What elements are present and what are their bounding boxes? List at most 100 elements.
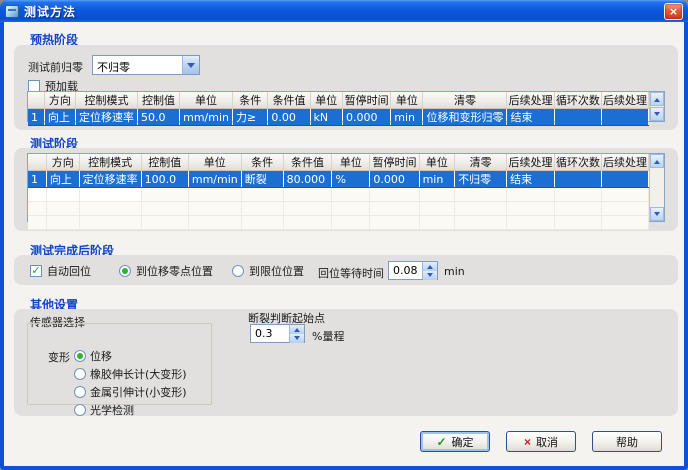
zero-before-select[interactable]: 不归零 bbox=[92, 55, 200, 75]
column-header[interactable]: 清零 bbox=[423, 92, 507, 109]
return-limit-radio[interactable]: 到限位位置 bbox=[232, 263, 304, 279]
help-button[interactable]: 帮助 bbox=[592, 431, 662, 452]
grid-cell[interactable]: 断裂 bbox=[241, 171, 283, 188]
grid-cell[interactable]: 50.0 bbox=[138, 109, 180, 126]
test-grid[interactable]: 方向控制模式控制值单位条件条件值单位暂停时间单位清零后续处理循环次数后续处理1向… bbox=[28, 154, 649, 230]
column-header[interactable]: 后续处理 bbox=[507, 92, 554, 109]
grid-cell[interactable]: 结束 bbox=[507, 109, 554, 126]
close-icon[interactable]: × bbox=[664, 3, 683, 20]
preheat-table[interactable]: 方向控制模式控制值单位条件条件值单位暂停时间单位清零后续处理循环次数后续处理1向… bbox=[27, 91, 665, 122]
column-header[interactable]: 暂停时间 bbox=[342, 92, 390, 109]
radio-selected-icon[interactable] bbox=[119, 265, 131, 277]
scroll-up-icon[interactable] bbox=[650, 154, 664, 168]
grid-cell[interactable]: 0.000 bbox=[342, 109, 390, 126]
grid-cell[interactable]: min bbox=[419, 171, 454, 188]
grid-cell[interactable]: 力≥ bbox=[233, 109, 268, 126]
column-header[interactable]: 后续处理 bbox=[507, 154, 555, 171]
radio-selected-icon[interactable] bbox=[74, 350, 86, 362]
grid-cell[interactable]: 向上 bbox=[44, 109, 75, 126]
radio-icon[interactable] bbox=[74, 368, 86, 380]
scroll-down-icon[interactable] bbox=[650, 207, 664, 221]
column-header[interactable]: 单位 bbox=[332, 154, 370, 171]
checkbox-checked-icon[interactable]: ✓ bbox=[30, 265, 42, 277]
grid-cell[interactable] bbox=[602, 171, 649, 188]
grid-row[interactable]: 1向上定位移速率100.0mm/min断裂80.000%0.000min不归零结… bbox=[28, 171, 649, 188]
grid-cell[interactable] bbox=[602, 109, 649, 126]
grid-cell[interactable]: mm/min bbox=[188, 171, 241, 188]
grid-cell[interactable]: 0.00 bbox=[268, 109, 310, 126]
column-header[interactable]: 单位 bbox=[391, 92, 423, 109]
deform-radio-option[interactable]: 橡胶伸长计(大变形) bbox=[74, 366, 187, 382]
return-zero-radio[interactable]: 到位移零点位置 bbox=[119, 263, 213, 279]
spin-up-icon[interactable] bbox=[423, 262, 437, 271]
grid-cell[interactable]: kN bbox=[310, 109, 342, 126]
column-header[interactable]: 方向 bbox=[44, 92, 75, 109]
deform-radio-option[interactable]: 金属引伸计(小变形) bbox=[74, 384, 187, 400]
column-header[interactable]: 暂停时间 bbox=[370, 154, 419, 171]
grid-cell[interactable]: 80.000 bbox=[283, 171, 332, 188]
radio-icon[interactable] bbox=[74, 386, 86, 398]
auto-return-checkbox[interactable]: ✓ 自动回位 bbox=[30, 263, 91, 279]
grid-cell[interactable]: 定位移速率 bbox=[79, 171, 141, 188]
column-header[interactable]: 条件值 bbox=[283, 154, 332, 171]
column-header[interactable]: 单位 bbox=[419, 154, 454, 171]
grid-cell[interactable]: mm/min bbox=[180, 109, 233, 126]
grid-cell[interactable]: 1 bbox=[28, 109, 44, 126]
break-start-stepper[interactable]: 0.3 bbox=[250, 324, 305, 343]
spin-up-icon[interactable] bbox=[290, 325, 304, 334]
column-header[interactable]: 控制模式 bbox=[79, 154, 141, 171]
column-header[interactable]: 清零 bbox=[455, 154, 507, 171]
column-header[interactable]: 条件 bbox=[241, 154, 283, 171]
preheat-grid[interactable]: 方向控制模式控制值单位条件条件值单位暂停时间单位清零后续处理循环次数后续处理1向… bbox=[28, 92, 649, 126]
column-header[interactable]: 单位 bbox=[310, 92, 342, 109]
grid-cell[interactable] bbox=[554, 109, 601, 126]
column-header[interactable]: 单位 bbox=[180, 92, 233, 109]
grid-cell[interactable]: 向上 bbox=[46, 171, 79, 188]
column-header[interactable] bbox=[28, 154, 46, 171]
grid-cell[interactable]: 位移和变形归零 bbox=[423, 109, 507, 126]
column-header[interactable]: 控制模式 bbox=[76, 92, 138, 109]
column-header[interactable]: 方向 bbox=[46, 154, 79, 171]
column-header[interactable]: 单位 bbox=[188, 154, 241, 171]
column-header[interactable]: 条件值 bbox=[268, 92, 310, 109]
spin-down-icon[interactable] bbox=[423, 271, 437, 280]
grid-empty-row[interactable] bbox=[28, 216, 649, 230]
grid-cell[interactable]: % bbox=[332, 171, 370, 188]
grid-row[interactable]: 1向上定位移速率50.0mm/min力≥0.00kN0.000min位移和变形归… bbox=[28, 109, 649, 126]
scroll-down-icon[interactable] bbox=[650, 107, 664, 121]
grid-empty-row[interactable] bbox=[28, 202, 649, 216]
grid-cell[interactable]: min bbox=[391, 109, 423, 126]
spin-down-icon[interactable] bbox=[290, 334, 304, 343]
deform-radio-option[interactable]: 位移 bbox=[74, 348, 187, 364]
column-header[interactable]: 条件 bbox=[233, 92, 268, 109]
preheat-table-scrollbar[interactable] bbox=[649, 92, 664, 121]
column-header[interactable]: 后续处理 bbox=[602, 92, 649, 109]
break-start-value[interactable]: 0.3 bbox=[251, 325, 289, 342]
column-header[interactable]: 控制值 bbox=[138, 92, 180, 109]
column-header[interactable]: 循环次数 bbox=[554, 154, 601, 171]
grid-cell[interactable] bbox=[554, 171, 601, 188]
wait-time-value[interactable]: 0.08 bbox=[389, 262, 422, 279]
grid-cell[interactable]: 定位移速率 bbox=[76, 109, 138, 126]
grid-cell[interactable]: 1 bbox=[28, 171, 46, 188]
scroll-up-icon[interactable] bbox=[650, 92, 664, 106]
title-bar[interactable]: 测试方法 × bbox=[0, 0, 688, 22]
test-table[interactable]: 方向控制模式控制值单位条件条件值单位暂停时间单位清零后续处理循环次数后续处理1向… bbox=[27, 153, 665, 222]
chevron-down-icon[interactable] bbox=[182, 56, 199, 74]
column-header[interactable] bbox=[28, 92, 44, 109]
test-table-scrollbar[interactable] bbox=[649, 154, 664, 221]
radio-icon[interactable] bbox=[232, 265, 244, 277]
cancel-button[interactable]: × 取消 bbox=[506, 431, 576, 452]
grid-cell[interactable]: 100.0 bbox=[141, 171, 188, 188]
ok-button[interactable]: ✓ 确定 bbox=[420, 431, 490, 452]
grid-empty-row[interactable] bbox=[28, 188, 649, 202]
grid-cell[interactable]: 结束 bbox=[507, 171, 555, 188]
radio-icon[interactable] bbox=[74, 404, 86, 416]
grid-cell[interactable]: 不归零 bbox=[455, 171, 507, 188]
wait-time-stepper[interactable]: 0.08 bbox=[388, 261, 438, 280]
grid-cell[interactable]: 0.000 bbox=[370, 171, 419, 188]
column-header[interactable]: 循环次数 bbox=[554, 92, 601, 109]
deform-radio-option[interactable]: 光学检测 bbox=[74, 402, 187, 418]
column-header[interactable]: 后续处理 bbox=[602, 154, 649, 171]
column-header[interactable]: 控制值 bbox=[141, 154, 188, 171]
